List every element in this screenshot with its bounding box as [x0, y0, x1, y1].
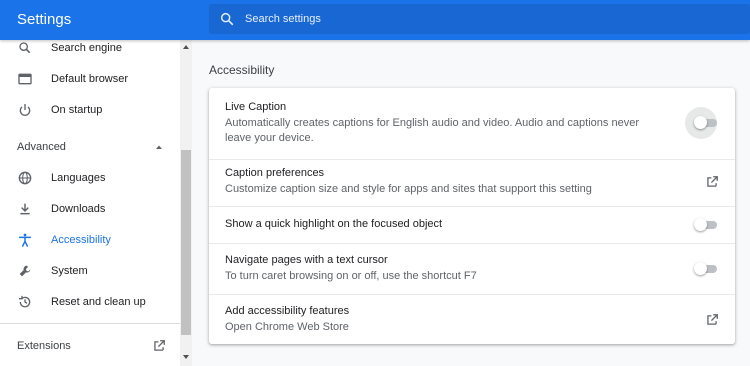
- sidebar: Search engine Default browser On startup…: [0, 40, 192, 366]
- wrench-icon: [17, 263, 33, 279]
- add-accessibility-features-row[interactable]: Add accessibility features Open Chrome W…: [209, 294, 735, 344]
- accessibility-icon: [17, 232, 33, 248]
- sidebar-item-on-startup[interactable]: On startup: [0, 95, 180, 125]
- scrollbar-thumb[interactable]: [181, 150, 191, 335]
- live-caption-toggle[interactable]: [685, 107, 717, 139]
- scroll-up-arrow-icon[interactable]: [180, 42, 192, 52]
- advanced-section-toggle[interactable]: Advanced: [17, 141, 66, 153]
- sidebar-scrollbar[interactable]: [180, 40, 192, 366]
- sidebar-item-label: Reset and clean up: [51, 296, 146, 308]
- row-title: Add accessibility features: [225, 305, 350, 317]
- sidebar-item-reset-and-clean-up[interactable]: Reset and clean up: [0, 287, 180, 317]
- sidebar-item-downloads[interactable]: Downloads: [0, 194, 180, 224]
- search-box[interactable]: [209, 4, 750, 34]
- row-title: Live Caption: [225, 101, 287, 113]
- search-icon: [17, 40, 33, 56]
- external-link-icon[interactable]: [152, 339, 166, 353]
- app-header: Settings: [0, 0, 750, 40]
- chevron-up-icon[interactable]: [154, 142, 164, 152]
- row-title: Caption preferences: [225, 167, 325, 179]
- toggle-knob: [694, 262, 707, 275]
- power-icon: [17, 102, 33, 118]
- search-icon: [220, 12, 234, 26]
- live-caption-row[interactable]: Live Caption Automatically creates capti…: [209, 88, 735, 159]
- sidebar-item-label: Default browser: [51, 73, 129, 85]
- caret-browsing-toggle[interactable]: [694, 262, 717, 275]
- sidebar-item-languages[interactable]: Languages: [0, 163, 180, 193]
- caption-preferences-row[interactable]: Caption preferences Customize caption si…: [209, 159, 735, 206]
- history-icon: [17, 294, 33, 310]
- sidebar-item-label: System: [51, 265, 88, 277]
- quick-highlight-toggle[interactable]: [694, 218, 717, 231]
- sidebar-item-default-browser[interactable]: Default browser: [0, 64, 180, 94]
- sidebar-item-accessibility[interactable]: Accessibility: [0, 225, 180, 255]
- sidebar-item-label: On startup: [51, 104, 103, 116]
- caret-browsing-row[interactable]: Navigate pages with a text cursor To tur…: [209, 243, 735, 294]
- row-subtitle: To turn caret browsing on or off, use th…: [225, 270, 477, 282]
- scroll-down-arrow-icon[interactable]: [180, 352, 192, 362]
- sidebar-item-system[interactable]: System: [0, 256, 180, 286]
- section-title: Accessibility: [209, 63, 275, 77]
- download-icon: [17, 201, 33, 217]
- row-title: Navigate pages with a text cursor: [225, 254, 388, 266]
- sidebar-item-search-engine[interactable]: Search engine: [0, 40, 180, 63]
- toggle-knob: [694, 218, 707, 231]
- sidebar-item-label: Accessibility: [51, 234, 111, 246]
- browser-window-icon: [17, 71, 33, 87]
- sidebar-item-extensions[interactable]: Extensions: [17, 340, 71, 352]
- app-title: Settings: [17, 11, 72, 28]
- row-subtitle: Open Chrome Web Store: [225, 321, 349, 333]
- sidebar-item-label: Search engine: [51, 42, 122, 54]
- toggle-knob: [694, 116, 707, 129]
- search-input[interactable]: [245, 4, 735, 34]
- globe-icon: [17, 170, 33, 186]
- external-link-icon[interactable]: [705, 175, 719, 189]
- external-link-icon[interactable]: [705, 313, 719, 327]
- accessibility-settings-card: Live Caption Automatically creates capti…: [209, 88, 735, 344]
- sidebar-item-label: Languages: [51, 172, 106, 184]
- row-subtitle: Automatically creates captions for Engli…: [225, 117, 639, 144]
- row-subtitle: Customize caption size and style for app…: [225, 183, 592, 195]
- quick-highlight-row[interactable]: Show a quick highlight on the focused ob…: [209, 206, 735, 243]
- row-title: Show a quick highlight on the focused ob…: [225, 218, 443, 230]
- sidebar-item-label: Downloads: [51, 203, 106, 215]
- sidebar-divider: [0, 323, 180, 324]
